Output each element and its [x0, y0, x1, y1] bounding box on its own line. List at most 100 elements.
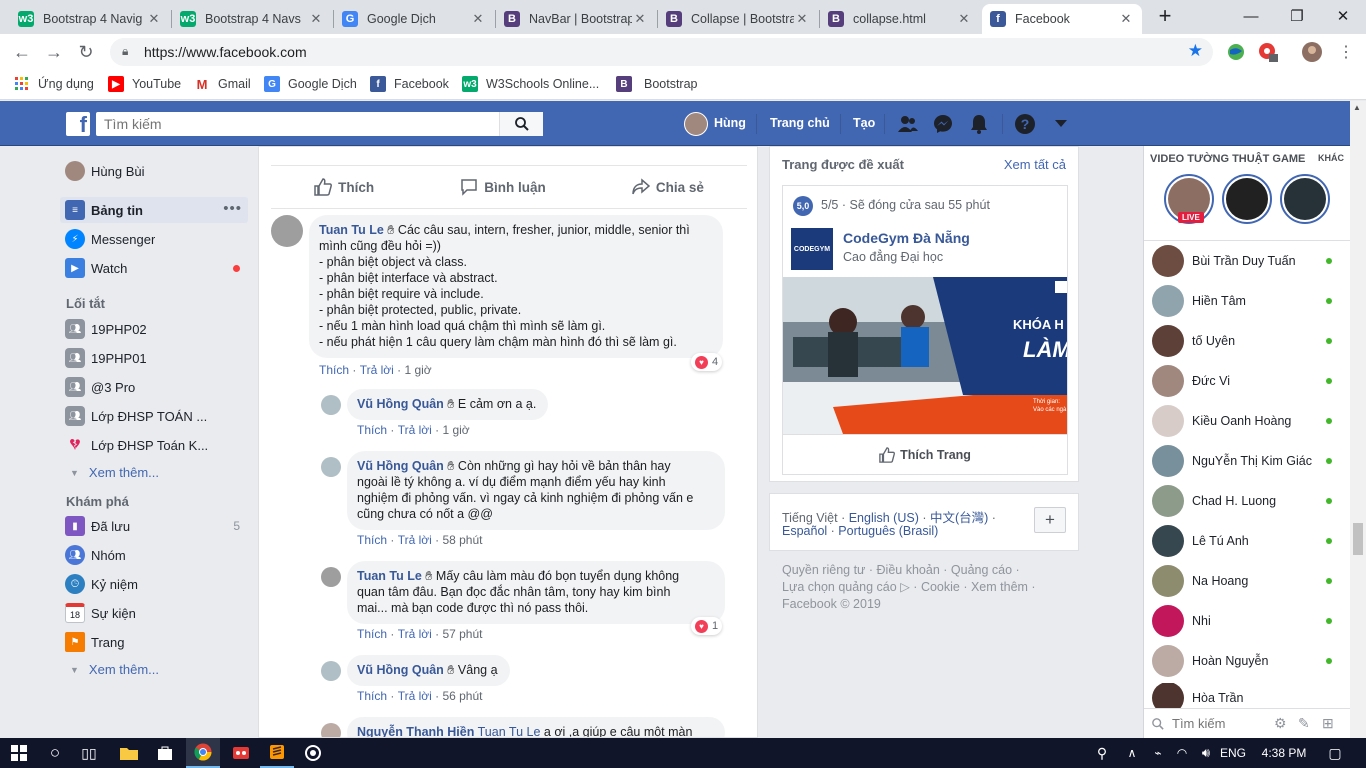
- chat-contact[interactable]: Chad H. Luong: [1152, 483, 1344, 519]
- task-view-icon[interactable]: ▯▯: [72, 738, 106, 768]
- chat-contact[interactable]: NguYễn Thị Kim Giác: [1152, 443, 1344, 479]
- comment-author[interactable]: Tuan Tu Le: [319, 223, 384, 237]
- avatar[interactable]: [271, 215, 303, 247]
- comment-author[interactable]: Vũ Hồng Quân: [357, 663, 444, 677]
- facebook-logo-icon[interactable]: f: [66, 112, 90, 136]
- maximize-button[interactable]: ❐: [1274, 0, 1320, 32]
- see-more-explore[interactable]: ▼ Xem thêm...: [70, 662, 159, 677]
- add-language-button[interactable]: +: [1034, 507, 1066, 533]
- browser-tab[interactable]: w3 Bootstrap 4 Navs ✕: [172, 4, 332, 34]
- language-link[interactable]: Español: [782, 524, 827, 538]
- footer-link[interactable]: Quyền riêng tư: [782, 563, 865, 577]
- comment-reply-link[interactable]: Trả lời: [398, 533, 432, 547]
- home-link[interactable]: Trang chủ: [770, 116, 830, 130]
- close-icon[interactable]: ✕: [632, 11, 648, 27]
- comment-reply-link[interactable]: Trả lời: [360, 363, 394, 377]
- comment-mention[interactable]: Tuan Tu Le: [478, 725, 541, 737]
- browser-tab[interactable]: w3 Bootstrap 4 Navig ✕: [10, 4, 170, 34]
- chat-search-input[interactable]: [1172, 716, 1272, 731]
- bookmark-google-translate[interactable]: G Google Dịch: [264, 76, 357, 92]
- sidebar-item-events[interactable]: 18 Sự kiện: [60, 600, 248, 626]
- more-options-icon[interactable]: •••: [223, 200, 242, 217]
- bookmark-gmail[interactable]: M Gmail: [194, 76, 251, 92]
- comment-reply-link[interactable]: Trả lời: [398, 627, 432, 641]
- more-videos-link[interactable]: KHÁC: [1318, 153, 1344, 163]
- footer-link[interactable]: Xem thêm: [971, 580, 1028, 594]
- scrollbar-thumb[interactable]: [1353, 523, 1363, 555]
- notifications-bell-icon[interactable]: [968, 113, 990, 135]
- chat-contact[interactable]: Bùi Trần Duy Tuấn: [1152, 243, 1344, 279]
- comment-author[interactable]: Tuan Tu Le: [357, 569, 422, 583]
- forward-button[interactable]: →: [42, 40, 66, 64]
- bookmark-bootstrap[interactable]: B Bootstrap: [616, 76, 698, 92]
- profile-avatar[interactable]: [1300, 40, 1324, 64]
- browser-tab[interactable]: B Collapse | Bootstra ✕: [658, 4, 818, 34]
- footer-link[interactable]: Cookie: [921, 580, 960, 594]
- show-hidden-icons[interactable]: ∧: [1120, 738, 1144, 768]
- comment-reply-link[interactable]: Trả lời: [398, 423, 432, 437]
- messenger-icon[interactable]: [932, 113, 954, 135]
- live-story[interactable]: [1222, 174, 1272, 224]
- browser-tab[interactable]: B NavBar | Bootstrap ✕: [496, 4, 656, 34]
- extension-red-icon[interactable]: [1256, 40, 1280, 64]
- see-more-shortcuts[interactable]: ▼ Xem thêm...: [70, 465, 159, 480]
- sidebar-item-saved[interactable]: ▮ Đã lưu 5: [60, 513, 248, 539]
- page-name-link[interactable]: CodeGym Đà Nẵng: [843, 230, 970, 246]
- browser-tab-active[interactable]: f Facebook ✕: [982, 4, 1142, 34]
- sidebar-item-shortcut[interactable]: 👥︎ Lớp ĐHSP TOÁN ...: [60, 403, 248, 429]
- language-link[interactable]: Português (Brasil): [838, 524, 938, 538]
- app-taskbar-icon[interactable]: [296, 738, 330, 768]
- volume-icon[interactable]: 🔊︎: [1194, 738, 1218, 768]
- share-button[interactable]: Chia sẻ: [632, 178, 704, 196]
- app-taskbar-icon[interactable]: [224, 738, 258, 768]
- close-icon[interactable]: ✕: [956, 11, 972, 27]
- minimize-button[interactable]: —: [1228, 0, 1274, 32]
- user-avatar[interactable]: [684, 112, 708, 136]
- sidebar-item-shortcut[interactable]: 👥︎ 19PHP02: [60, 316, 248, 342]
- page-scrollbar[interactable]: ▲: [1350, 101, 1366, 738]
- reaction-count[interactable]: ♥ 4: [691, 353, 723, 371]
- chat-contact[interactable]: Hoàn Nguyễn: [1152, 643, 1344, 679]
- sidebar-item-shortcut[interactable]: 👥︎ 19PHP01: [60, 345, 248, 371]
- browser-tab[interactable]: G Google Dịch ✕: [334, 4, 494, 34]
- profile-link[interactable]: Hùng: [714, 116, 746, 130]
- comment-author[interactable]: Nguyễn Thanh Hiền: [357, 725, 474, 737]
- chat-contact[interactable]: Kiều Oanh Hoàng: [1152, 403, 1344, 439]
- notification-center-icon[interactable]: ▢: [1320, 738, 1350, 768]
- wifi-icon[interactable]: ◠: [1170, 738, 1194, 768]
- bookmark-apps[interactable]: Ứng dụng: [14, 76, 94, 92]
- input-language[interactable]: ENG: [1218, 738, 1248, 768]
- menu-dots-icon[interactable]: ⋮: [1334, 40, 1358, 64]
- avatar[interactable]: [321, 661, 341, 681]
- bookmark-w3schools[interactable]: w3 W3Schools Online...: [462, 76, 599, 92]
- file-explorer-icon[interactable]: [112, 738, 146, 768]
- like-button[interactable]: Thích: [314, 178, 374, 196]
- bookmark-facebook[interactable]: f Facebook: [370, 76, 449, 92]
- comment-author[interactable]: Vũ Hồng Quân: [357, 459, 444, 473]
- sidebar-item-news-feed[interactable]: ≡ Bảng tin •••: [60, 197, 248, 223]
- bookmark-youtube[interactable]: ▶ YouTube: [108, 76, 181, 92]
- close-icon[interactable]: ✕: [1118, 11, 1134, 27]
- avatar[interactable]: [321, 723, 341, 737]
- create-link[interactable]: Tạo: [853, 116, 875, 130]
- search-button[interactable]: [499, 112, 543, 136]
- browser-tab[interactable]: B collapse.html ✕: [820, 4, 980, 34]
- address-bar[interactable]: 🔒︎ https://www.facebook.com ★: [110, 38, 1213, 66]
- chat-contact[interactable]: Nhi: [1152, 603, 1344, 639]
- new-tab-button[interactable]: +: [1144, 0, 1186, 32]
- chat-contact[interactable]: Na Hoang: [1152, 563, 1344, 599]
- close-icon[interactable]: ✕: [308, 11, 324, 27]
- chat-contact[interactable]: tố Uyên: [1152, 323, 1344, 359]
- gear-icon[interactable]: ⚙: [1274, 715, 1287, 732]
- sidebar-item-pages[interactable]: ⚑ Trang: [60, 629, 248, 655]
- cortana-search-icon[interactable]: ○: [38, 738, 72, 768]
- help-icon[interactable]: ?: [1014, 113, 1036, 135]
- page-banner-image[interactable]: KHÓA H LÀM Thời gian: Vào các ngà: [783, 277, 1067, 434]
- sublime-taskbar-icon[interactable]: [260, 738, 294, 768]
- sidebar-item-shortcut[interactable]: 👥︎ @3 Pro: [60, 374, 248, 400]
- new-group-icon[interactable]: ⊞: [1322, 715, 1334, 732]
- close-window-button[interactable]: ✕: [1320, 0, 1366, 32]
- sidebar-item-watch[interactable]: ▶ Watch: [60, 255, 248, 281]
- search-input[interactable]: [96, 112, 499, 136]
- chat-contact[interactable]: Lê Tú Anh: [1152, 523, 1344, 559]
